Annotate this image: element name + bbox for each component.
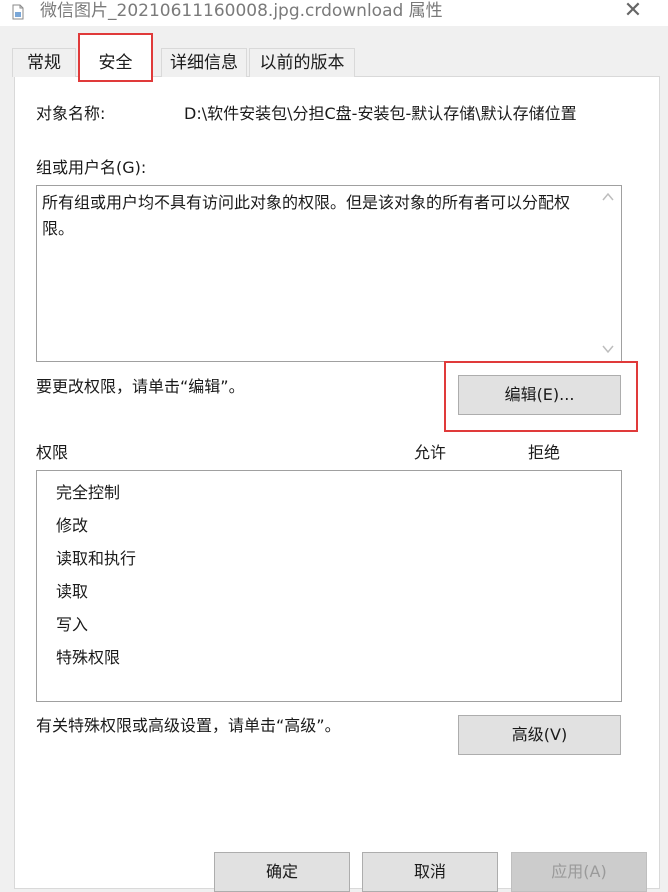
permission-full-control: 完全控制 [56,483,121,502]
apply-button[interactable]: 应用(A) [511,852,647,892]
tab-previous-versions[interactable]: 以前的版本 [249,48,355,77]
tab-security[interactable]: 安全 [78,33,153,82]
tab-details[interactable]: 详细信息 [161,48,247,77]
ok-button[interactable]: 确定 [214,852,350,892]
group-user-message: 所有组或用户均不具有访问此对象的权限。但是该对象的所有者可以分配权限。 [42,193,571,238]
window-title: 微信图片_20210611160008.jpg.crdownload 属性 [40,1,443,21]
cancel-button[interactable]: 取消 [362,852,498,892]
permission-special: 特殊权限 [56,648,121,667]
permissions-list [36,470,622,702]
permissions-label: 权限 [36,443,69,462]
scroll-down-icon[interactable] [600,342,616,356]
allow-column-header: 允许 [414,443,447,462]
advanced-button[interactable]: 高级(V) [458,715,621,755]
scroll-up-icon[interactable] [600,190,616,204]
permission-read: 读取 [56,582,89,601]
edit-hint: 要更改权限，请单击“编辑”。 [36,377,245,396]
close-icon[interactable]: ✕ [620,0,646,24]
tab-general[interactable]: 常规 [12,48,76,77]
permission-write: 写入 [56,615,89,634]
permission-read-execute: 读取和执行 [56,549,137,568]
group-or-user-label: 组或用户名(G): [36,158,147,177]
edit-button[interactable]: 编辑(E)... [458,375,621,415]
object-name-label: 对象名称: [36,104,106,123]
permission-modify: 修改 [56,516,89,535]
file-icon [12,4,24,20]
object-path: D:\软件安装包\分担C盘-安装包-默认存储\默认存储位置 [184,104,577,123]
advanced-hint: 有关特殊权限或高级设置，请单击“高级”。 [36,716,341,735]
deny-column-header: 拒绝 [528,443,561,462]
